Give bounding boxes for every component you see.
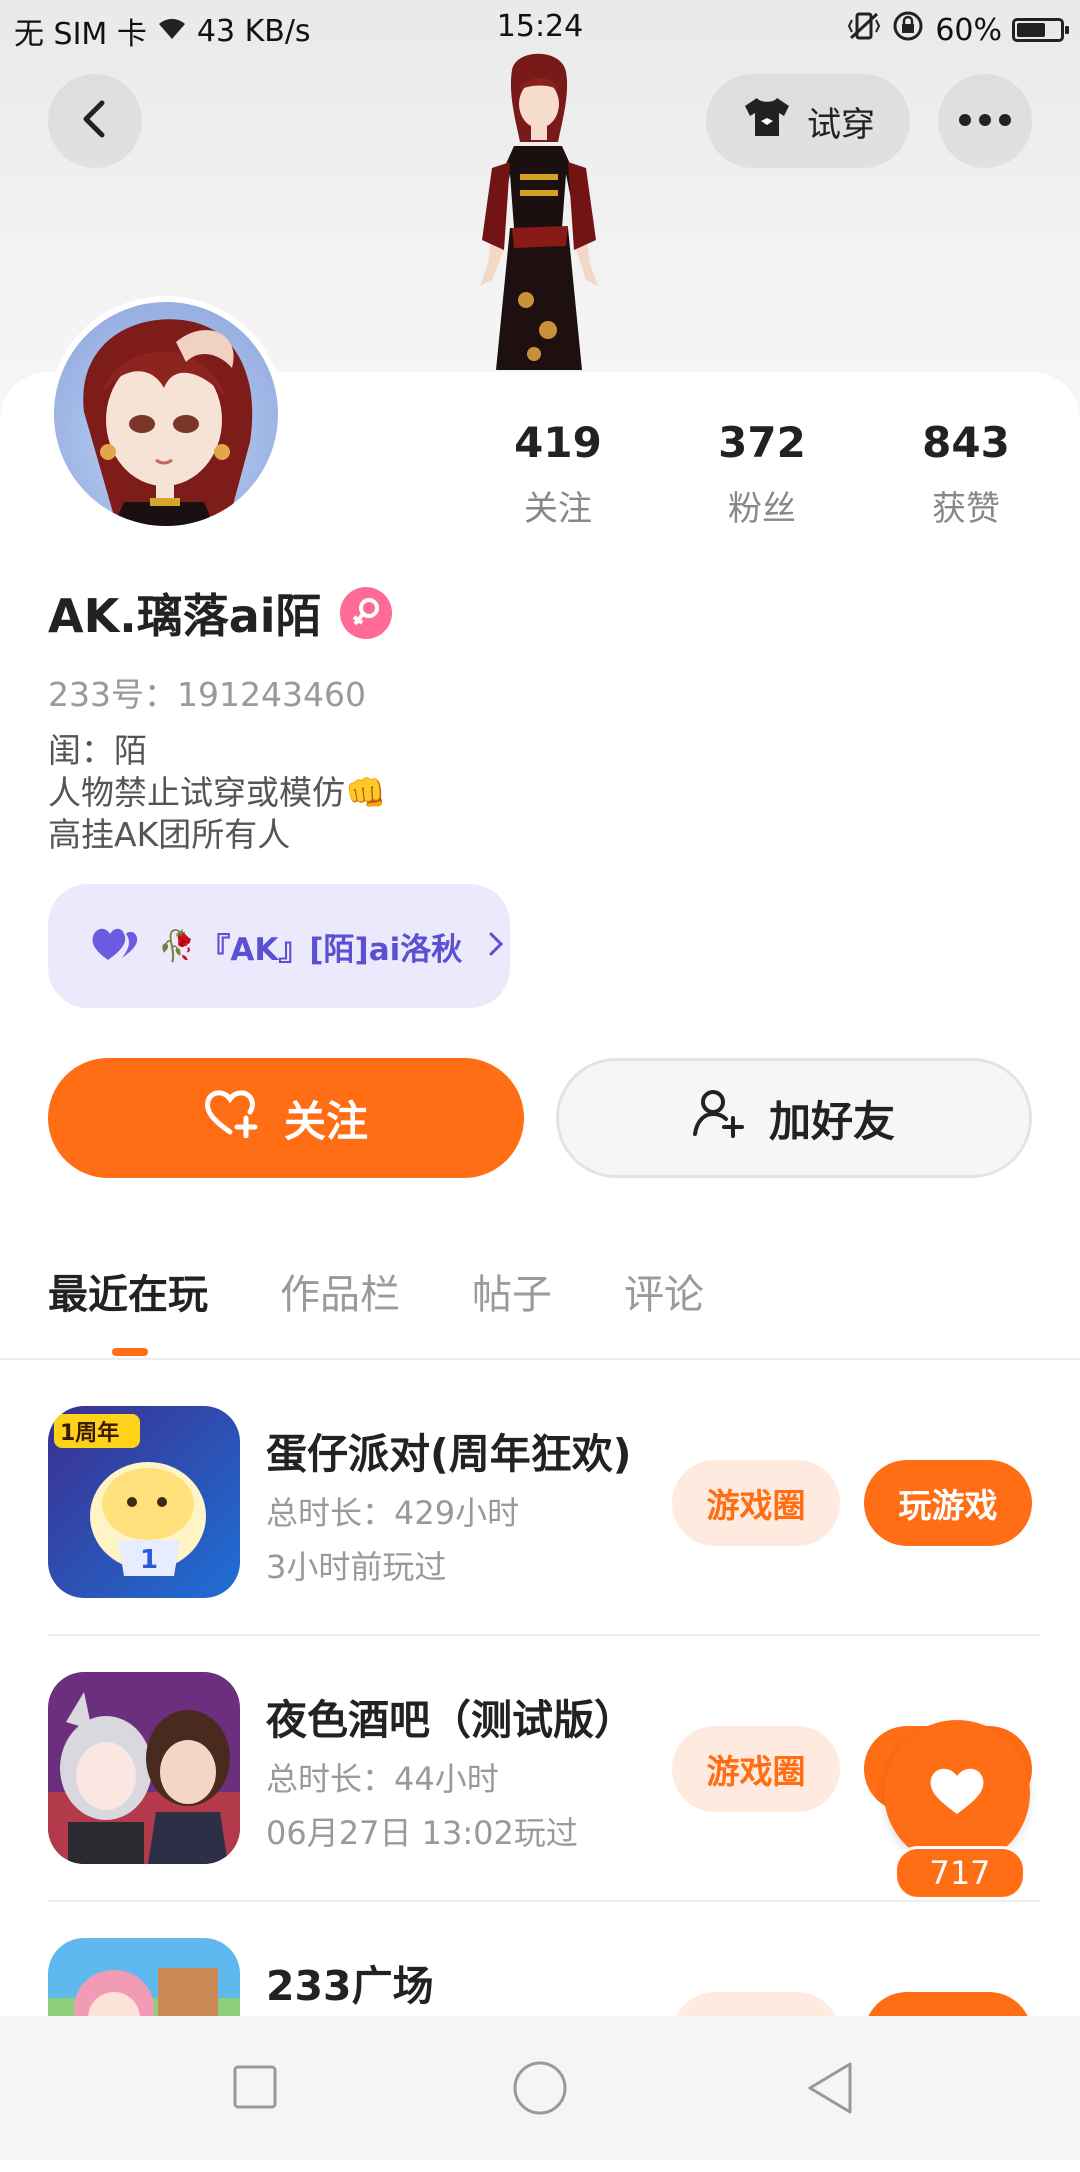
game-circle-button[interactable]: 游戏圈 xyxy=(672,1726,840,1812)
add-friend-button[interactable]: 加好友 xyxy=(556,1058,1032,1178)
try-on-label: 试穿 xyxy=(807,104,875,145)
row-divider xyxy=(48,1900,1040,1902)
vibrate-icon xyxy=(847,11,881,49)
game-title: 夜色酒吧（测试版） xyxy=(266,1696,635,1744)
user-id: 233号：191243460 xyxy=(48,675,366,714)
game-icon-eggy-party[interactable]: 1 1周年 xyxy=(48,1406,240,1598)
game-circle-button[interactable]: 游戏圈 xyxy=(672,1460,840,1546)
battery-icon xyxy=(1012,18,1069,42)
fist-emoji: 👊 xyxy=(345,773,387,812)
add-user-icon xyxy=(692,1088,745,1148)
svg-text:1: 1 xyxy=(140,1545,158,1575)
game-last-played: 06月27日 13:02玩过 xyxy=(266,1814,578,1852)
add-friend-label: 加好友 xyxy=(768,1096,895,1146)
bond-partner-name: 『AK』[陌]ai洛秋 xyxy=(199,931,463,968)
game-title: 233广场 xyxy=(266,1962,434,2010)
bio-line: 闺：陌 xyxy=(48,731,147,770)
game-title: 蛋仔派对(周年狂欢) xyxy=(266,1430,632,1478)
tab-comments[interactable]: 评论 xyxy=(624,1262,704,1332)
back-button[interactable] xyxy=(48,74,142,168)
game-duration: 总时长：429小时 xyxy=(266,1494,520,1532)
bond-partner-chip[interactable]: 🥀 『AK』[陌]ai洛秋 xyxy=(48,884,510,1008)
active-tab-indicator xyxy=(112,1348,148,1356)
follow-button[interactable]: 关注 xyxy=(48,1058,524,1178)
likes-stat[interactable]: 843 获赞 xyxy=(876,418,1056,530)
game-icon-night-bar[interactable] xyxy=(48,1672,240,1864)
profile-tabs: 最近在玩 作品栏 帖子 评论 xyxy=(48,1262,704,1332)
game-info-night-bar: 夜色酒吧（测试版） 总时长：44小时 06月27日 13:02玩过 xyxy=(266,1686,635,1860)
likes-received-label: 获赞 xyxy=(932,489,1000,529)
like-profile-button[interactable] xyxy=(884,1720,1030,1866)
follow-label: 关注 xyxy=(283,1096,368,1146)
double-heart-icon xyxy=(90,924,140,968)
tab-divider xyxy=(0,1358,1080,1360)
bio-line: 高挂AK团所有人 xyxy=(48,815,291,854)
game-duration: 总时长：44小时 xyxy=(266,1760,499,1798)
bio-line: 人物禁止试穿或模仿👊 xyxy=(48,773,387,812)
profile-name: AK.璃落ai陌 xyxy=(48,589,322,643)
chevron-right-icon xyxy=(488,931,504,961)
more-options-button[interactable] xyxy=(938,74,1032,168)
avatar[interactable] xyxy=(48,296,284,532)
followers-label: 粉丝 xyxy=(728,489,796,529)
back-nav-button[interactable] xyxy=(804,2060,856,2120)
game-last-played: 3小时前玩过 xyxy=(266,1548,447,1586)
game-info-233-plaza: 233广场 xyxy=(266,1952,434,2012)
svg-text:1周年: 1周年 xyxy=(60,1420,119,1446)
status-bar: 无 SIM 卡 43 KB/s 15:24 60% xyxy=(0,0,1080,56)
chevron-left-icon xyxy=(78,99,112,143)
home-button[interactable] xyxy=(512,2060,568,2120)
tab-posts[interactable]: 帖子 xyxy=(472,1262,552,1332)
profile-name-row: AK.璃落ai陌 xyxy=(48,580,392,646)
row-divider xyxy=(48,1634,1040,1636)
profile-bio: 闺：陌 人物禁止试穿或模仿👊 高挂AK团所有人 xyxy=(48,730,386,856)
rotation-lock-icon xyxy=(891,9,925,51)
female-gender-icon xyxy=(339,587,392,639)
game-info-eggy-party: 蛋仔派对(周年狂欢) 总时长：429小时 3小时前玩过 xyxy=(266,1420,631,1594)
following-stat[interactable]: 419 关注 xyxy=(468,418,648,530)
likes-received-count: 843 xyxy=(922,418,1010,467)
following-count: 419 xyxy=(514,418,602,467)
recent-apps-button[interactable] xyxy=(232,2064,278,2114)
tab-recently-played[interactable]: 最近在玩 xyxy=(48,1262,208,1332)
play-game-button[interactable]: 玩游戏 xyxy=(864,1460,1032,1546)
tab-works[interactable]: 作品栏 xyxy=(280,1262,400,1332)
shirt-icon xyxy=(741,95,793,148)
followers-count: 372 xyxy=(718,418,806,467)
like-count-badge: 717 xyxy=(894,1846,1026,1900)
character-model-image[interactable] xyxy=(430,50,650,370)
following-label: 关注 xyxy=(524,489,592,529)
rose-emoji: 🥀 xyxy=(158,928,196,964)
battery-percent: 60% xyxy=(935,12,1002,48)
heart-plus-icon xyxy=(204,1088,260,1148)
followers-stat[interactable]: 372 粉丝 xyxy=(672,418,852,530)
try-on-button[interactable]: 试穿 xyxy=(706,74,910,168)
more-dots-icon xyxy=(957,112,1013,131)
system-navigation-bar xyxy=(0,2016,1080,2160)
heart-icon xyxy=(927,1764,987,1822)
